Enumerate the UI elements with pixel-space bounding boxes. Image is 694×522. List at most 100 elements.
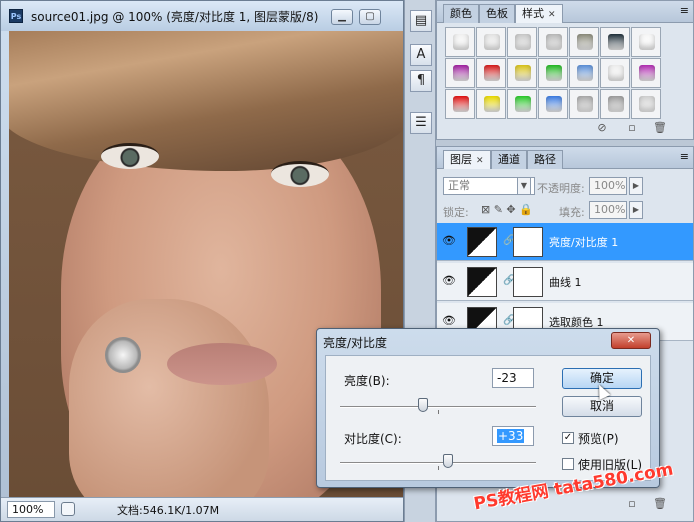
trash-icon[interactable]: 🗑 — [653, 121, 667, 134]
style-swatch[interactable] — [538, 58, 568, 88]
chevron-down-icon[interactable]: ▼ — [517, 177, 531, 195]
cancel-button[interactable]: 取消 — [562, 396, 642, 417]
lock-label: 锁定: — [443, 206, 469, 219]
style-swatch[interactable] — [631, 89, 661, 119]
trash-icon[interactable]: 🗑 — [653, 497, 667, 510]
hair-region — [9, 31, 403, 171]
opacity-field[interactable]: 100% — [589, 177, 627, 195]
eye-icon[interactable]: 👁 — [441, 233, 457, 249]
ring-region — [105, 337, 141, 373]
preview-label: 预览(P) — [578, 432, 619, 446]
style-swatch[interactable] — [600, 27, 630, 57]
status-info-icon[interactable] — [61, 502, 75, 516]
panel-menu-icon[interactable]: ≡ — [680, 4, 689, 17]
panel-menu-icon[interactable]: ≡ — [680, 150, 689, 163]
mask-thumbnail[interactable] — [513, 227, 543, 257]
brightness-slider-center-tick — [438, 410, 439, 414]
styles-tabbar: 颜色 色板 样式 ✕ ≡ — [437, 1, 693, 23]
contrast-value: +33 — [497, 429, 525, 443]
tab-swatches-label: 色板 — [486, 7, 508, 20]
style-swatch[interactable] — [445, 89, 475, 119]
style-swatch[interactable] — [631, 58, 661, 88]
lips-region — [167, 343, 277, 385]
photoshop-icon: Ps — [9, 9, 23, 23]
document-statusbar: 100% 文档:546.1K/1.07M — [1, 497, 403, 521]
document-size: 文档:546.1K/1.07M — [117, 504, 220, 517]
tab-styles[interactable]: 样式 ✕ — [515, 4, 563, 23]
tab-layers[interactable]: 图层 ✕ — [443, 150, 491, 169]
document-titlebar[interactable]: Ps source01.jpg @ 100% (亮度/对比度 1, 图层蒙版/8… — [1, 1, 403, 31]
legacy-checkbox[interactable] — [562, 458, 574, 470]
eye-icon[interactable]: 👁 — [441, 313, 457, 329]
brightness-field[interactable]: -23 — [492, 368, 534, 388]
close-icon[interactable]: ✕ — [548, 10, 556, 20]
paragraph-icon[interactable]: ¶ — [410, 70, 432, 92]
layer-name: 曲线 1 — [549, 276, 582, 289]
new-style-icon[interactable]: ▫ — [625, 121, 639, 134]
tab-swatches[interactable]: 色板 — [479, 4, 515, 23]
style-swatch[interactable] — [600, 89, 630, 119]
style-swatch[interactable] — [507, 58, 537, 88]
chevron-right-icon[interactable]: ▶ — [629, 201, 643, 219]
style-swatch[interactable] — [569, 58, 599, 88]
eye-icon[interactable]: 👁 — [441, 273, 457, 289]
brightness-contrast-dialog: 亮度/对比度 ✕ 亮度(B): -23 对比度(C): +33 确定 取消 ✓ … — [316, 328, 660, 488]
contrast-slider-track[interactable] — [340, 462, 536, 464]
new-layer-icon[interactable]: ▫ — [625, 497, 639, 510]
zoom-field[interactable]: 100% — [7, 501, 55, 518]
style-swatch[interactable] — [476, 89, 506, 119]
chevron-right-icon[interactable]: ▶ — [629, 177, 643, 195]
style-swatch[interactable] — [507, 27, 537, 57]
style-swatch[interactable] — [445, 27, 475, 57]
adjustment-thumbnail[interactable] — [467, 227, 497, 257]
layer-row[interactable]: 👁 🔗 曲线 1 — [437, 263, 693, 301]
style-swatch[interactable] — [507, 89, 537, 119]
character-icon[interactable]: A — [410, 44, 432, 66]
dialog-title: 亮度/对比度 — [323, 336, 388, 350]
tab-color[interactable]: 颜色 — [443, 4, 479, 23]
right-eye — [271, 161, 329, 187]
opacity-label: 不透明度: — [537, 182, 585, 195]
tab-color-label: 颜色 — [450, 7, 472, 20]
preview-checkbox[interactable]: ✓ — [562, 432, 574, 444]
contrast-field[interactable]: +33 — [492, 426, 534, 446]
notes-icon[interactable]: ☰ — [410, 112, 432, 134]
style-swatch[interactable] — [476, 58, 506, 88]
style-swatch[interactable] — [569, 27, 599, 57]
brightness-slider-track[interactable] — [340, 406, 536, 408]
dialog-body: 亮度(B): -23 对比度(C): +33 确定 取消 ✓ 预览(P) 使用旧… — [325, 355, 651, 481]
layer-name: 亮度/对比度 1 — [549, 236, 619, 249]
adjustment-thumbnail[interactable] — [467, 267, 497, 297]
style-swatch[interactable] — [600, 58, 630, 88]
document-title: source01.jpg @ 100% (亮度/对比度 1, 图层蒙版/8) — [31, 10, 319, 24]
style-swatch[interactable] — [631, 27, 661, 57]
layer-row[interactable]: 👁 🔗 亮度/对比度 1 — [437, 223, 693, 261]
tab-paths-label: 路径 — [534, 153, 556, 166]
mask-thumbnail[interactable] — [513, 267, 543, 297]
close-icon[interactable]: ✕ — [476, 156, 484, 166]
close-button[interactable]: ✕ — [611, 332, 651, 349]
tab-styles-label: 样式 — [522, 7, 544, 20]
fill-label: 填充: — [559, 206, 585, 219]
layers-tabbar: 图层 ✕ 通道 路径 ≡ — [437, 147, 693, 169]
contrast-slider-center-tick — [438, 466, 439, 470]
maximize-button[interactable]: ▢ — [359, 9, 381, 25]
minimize-button[interactable]: ▁ — [331, 9, 353, 25]
fill-field[interactable]: 100% — [589, 201, 627, 219]
contrast-slider-thumb[interactable] — [443, 454, 454, 468]
tab-channels[interactable]: 通道 — [491, 150, 527, 169]
tab-layers-label: 图层 — [450, 153, 472, 166]
style-swatch[interactable] — [445, 58, 475, 88]
lock-icons[interactable]: ⊠ ✎ ✥ 🔒 — [481, 203, 533, 216]
left-eye — [101, 143, 159, 169]
style-swatch[interactable] — [538, 27, 568, 57]
style-swatch[interactable] — [538, 89, 568, 119]
brightness-label: 亮度(B): — [344, 374, 390, 388]
brightness-slider-thumb[interactable] — [417, 398, 428, 412]
styles-panel: 颜色 色板 样式 ✕ ≡ ⊘ ▫ 🗑 — [436, 0, 694, 140]
style-swatch[interactable] — [476, 27, 506, 57]
history-icon[interactable]: ▤ — [410, 10, 432, 32]
style-swatch[interactable] — [569, 89, 599, 119]
tab-paths[interactable]: 路径 — [527, 150, 563, 169]
clear-style-icon[interactable]: ⊘ — [595, 121, 609, 134]
